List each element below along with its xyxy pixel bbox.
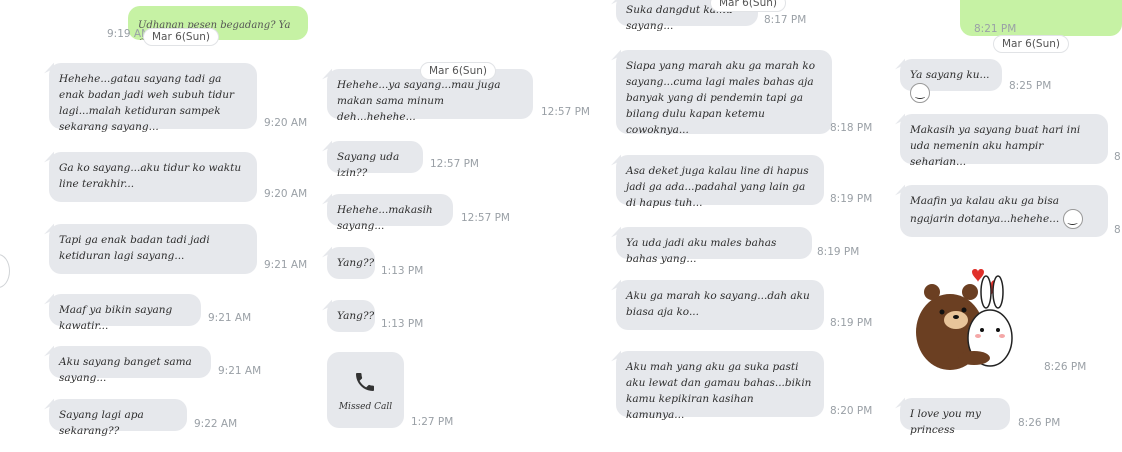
message-time: 12:57 PM	[541, 106, 590, 118]
message-text: Siapa yang marah aku ga marah ko sayang.…	[626, 60, 816, 136]
message-time: 8:17 PM	[764, 14, 807, 26]
received-message[interactable]: Yang??	[327, 247, 375, 279]
phone-icon	[356, 373, 374, 391]
date-separator: Mar 6(Sun)	[993, 35, 1069, 53]
message-text: I love you my princess	[910, 408, 981, 436]
message-text: Ga ko sayang...aku tidur ko waktu line t…	[59, 162, 242, 190]
message-time: 8:19 PM	[830, 317, 873, 329]
received-message[interactable]: Aku mah yang aku ga suka pasti aku lewat…	[616, 351, 824, 421]
chat-column-4: 8:21 PM Mar 6(Sun) Ya sayang ku... ‿ 8:2…	[900, 0, 1122, 452]
received-message[interactable]: Asa deket juga kalau line di hapus jadi …	[616, 155, 824, 209]
message-time: 8:18 PM	[830, 122, 873, 134]
bear-and-bunny-hug-sticker[interactable]	[912, 262, 1022, 377]
received-message[interactable]: Hehehe...makasih sayang...	[327, 194, 453, 232]
received-message[interactable]: Sayang lagi apa sekarang??	[49, 399, 187, 437]
message-time: 8:19 PM	[817, 246, 860, 258]
message-time: 9:21 AM	[264, 259, 308, 271]
message-text: Aku sayang banget sama sayang...	[59, 356, 192, 384]
message-text: Maaf ya bikin sayang kawatir...	[59, 304, 173, 332]
message-time: 8:19 PM	[830, 193, 873, 205]
date-separator: Mar 6(Sun)	[143, 28, 219, 46]
message-time: 9:22 AM	[194, 418, 238, 430]
message-time: 9:20 AM	[264, 188, 308, 200]
received-message[interactable]: Hehehe...gatau sayang tadi ga enak badan…	[49, 63, 257, 133]
missed-call-bubble[interactable]: Missed Call	[327, 352, 404, 428]
message-text: Asa deket juga kalau line di hapus jadi …	[626, 165, 809, 209]
message-time: 9:21 AM	[218, 365, 262, 377]
message-text: Yang??	[337, 310, 375, 322]
message-time: 8	[1114, 151, 1121, 163]
chat-column-2: Hehehe...ya sayang...mau juga makan sama…	[310, 0, 610, 452]
message-time: 8:21 PM	[974, 23, 1017, 35]
received-message[interactable]: Sayang uda izin??	[327, 141, 423, 179]
chat-column-3: Suka dangdut kamu sayang... Mar 6(Sun) 8…	[610, 0, 900, 452]
chat-column-1: Udhanan pesen begadang? Ya ga? 9:19 AM M…	[0, 0, 310, 452]
received-message[interactable]: Ya uda jadi aku males bahas bahas yang..…	[616, 227, 812, 265]
message-text: Makasih ya sayang buat hari ini uda neme…	[910, 124, 1081, 168]
message-text: Yang??	[337, 257, 375, 269]
received-message[interactable]: Makasih ya sayang buat hari ini uda neme…	[900, 114, 1108, 168]
message-text: Maafin ya kalau aku ga bisa ngajarin dot…	[910, 195, 1060, 225]
message-time: 12:57 PM	[430, 158, 479, 170]
received-message[interactable]: Aku ga marah ko sayang...dah aku biasa a…	[616, 280, 824, 330]
received-message[interactable]: Siapa yang marah aku ga marah ko sayang.…	[616, 50, 832, 136]
message-time: 12:57 PM	[461, 212, 510, 224]
message-time: 1:13 PM	[381, 318, 424, 330]
message-text: Hehehe...ya sayang...mau juga makan sama…	[337, 79, 501, 123]
received-message[interactable]: Yang??	[327, 300, 375, 332]
received-message[interactable]: Tapi ga enak badan tadi jadi ketiduran l…	[49, 224, 257, 274]
smile-emoticon-icon: ‿	[910, 83, 930, 103]
message-text: Aku mah yang aku ga suka pasti aku lewat…	[626, 361, 812, 421]
missed-call-label: Missed Call	[338, 402, 393, 412]
date-separator: Mar 6(Sun)	[710, 0, 786, 12]
message-time: 8:20 PM	[830, 405, 873, 417]
received-message[interactable]: Ya sayang ku... ‿	[900, 59, 1002, 103]
message-time: 8:25 PM	[1009, 80, 1052, 92]
received-message[interactable]: Aku sayang banget sama sayang...	[49, 346, 211, 384]
message-time: 8	[1114, 224, 1121, 236]
received-message[interactable]: Maaf ya bikin sayang kawatir...	[49, 294, 201, 332]
message-time: 8:26 PM	[1044, 361, 1087, 373]
message-text: Ya sayang ku...	[910, 69, 990, 81]
message-time: 1:27 PM	[411, 416, 454, 428]
received-message[interactable]: Ga ko sayang...aku tidur ko waktu line t…	[49, 152, 257, 202]
received-message[interactable]: Maafin ya kalau aku ga bisa ngajarin dot…	[900, 185, 1108, 237]
message-text: Sayang uda izin??	[337, 151, 400, 179]
message-text: Aku ga marah ko sayang...dah aku biasa a…	[626, 290, 810, 318]
received-message[interactable]: I love you my princess	[900, 398, 1010, 436]
message-time: 1:13 PM	[381, 265, 424, 277]
message-text: Hehehe...makasih sayang...	[337, 204, 433, 232]
smile-emoticon-icon: ‿	[1062, 209, 1083, 229]
message-text: Hehehe...gatau sayang tadi ga enak badan…	[59, 73, 235, 133]
message-time: 8:26 PM	[1018, 417, 1061, 429]
message-text: Tapi ga enak badan tadi jadi ketiduran l…	[59, 234, 210, 262]
date-separator: Mar 6(Sun)	[420, 62, 496, 80]
message-text: Sayang lagi apa sekarang??	[59, 409, 144, 437]
message-text: Ya uda jadi aku males bahas bahas yang..…	[626, 237, 777, 265]
message-time: 9:20 AM	[264, 117, 308, 129]
message-time: 9:21 AM	[208, 312, 252, 324]
